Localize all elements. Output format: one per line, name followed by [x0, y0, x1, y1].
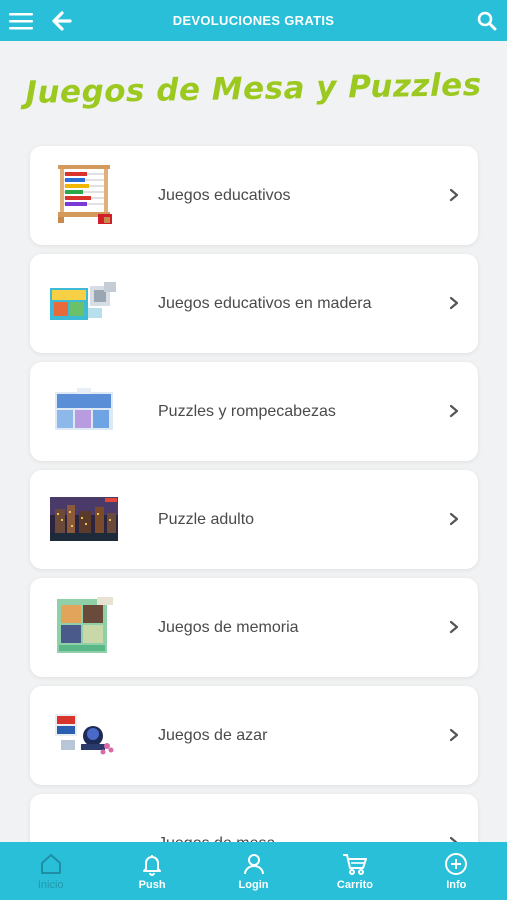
category-card[interactable]: Juegos educativos en madera — [30, 254, 478, 353]
page-title: Juegos de Mesa y Puzzles — [25, 67, 482, 111]
category-card[interactable]: Juegos de azar — [30, 686, 478, 785]
nav-item-inicio[interactable]: Inicio — [0, 842, 101, 900]
nav-label: Carrito — [336, 879, 373, 891]
category-label: Juegos de memoria — [158, 619, 299, 636]
chevron-right-icon — [449, 296, 459, 310]
category-label: Juegos de azar — [158, 727, 268, 744]
chevron-right-icon — [449, 188, 459, 202]
abacus-thumbnail — [48, 160, 120, 230]
chevron-right-icon — [449, 728, 459, 742]
nav-label: Login — [238, 879, 269, 891]
category-label: Juegos de mesa — [158, 833, 418, 842]
nav-label: Info — [446, 879, 467, 891]
category-card[interactable]: Juegos de memoria — [30, 578, 478, 677]
chevron-right-icon — [449, 512, 459, 526]
bell-icon — [143, 855, 162, 876]
category-label: Puzzle adulto — [158, 511, 255, 528]
category-label: Juegos educativos — [158, 187, 291, 204]
chevron-right-icon — [449, 620, 459, 634]
hamburger-menu-icon[interactable] — [9, 0, 33, 41]
nav-label: Inicio — [37, 879, 64, 891]
plus-circle-icon — [445, 853, 468, 875]
bottom-nav: Inicio Push Login Carrito Info — [0, 842, 507, 900]
user-icon — [243, 854, 264, 875]
header-title: DEVOLUCIONES GRATIS — [172, 13, 335, 28]
cart-icon — [342, 854, 367, 875]
nav-item-carrito[interactable]: Carrito — [304, 842, 405, 900]
board-game-thumbnail — [48, 808, 120, 842]
main-content[interactable]: Juegos de Mesa y Puzzles Juegos educativ… — [0, 41, 507, 842]
category-card[interactable]: Juegos de mesa — [30, 794, 478, 842]
category-list: Juegos educativos Juegos educativos en m… — [30, 146, 478, 842]
puzzle-box-thumbnail — [48, 376, 120, 446]
category-card[interactable]: Juegos educativos — [30, 146, 478, 245]
memory-game-thumbnail — [48, 592, 120, 662]
top-bar: DEVOLUCIONES GRATIS — [0, 0, 507, 41]
search-icon[interactable] — [477, 0, 497, 41]
nav-item-push[interactable]: Push — [101, 842, 202, 900]
category-card[interactable]: Puzzles y rompecabezas — [30, 362, 478, 461]
home-icon — [40, 854, 61, 874]
chevron-right-icon — [449, 404, 459, 418]
nav-item-info[interactable]: Info — [406, 842, 507, 900]
arrow-left-icon[interactable] — [52, 0, 72, 41]
category-label: Juegos educativos en madera — [158, 295, 372, 312]
category-label: Puzzles y rompecabezas — [158, 403, 336, 420]
wooden-game-thumbnail — [48, 268, 120, 338]
nav-item-login[interactable]: Login — [203, 842, 304, 900]
city-puzzle-thumbnail — [48, 484, 120, 554]
bingo-set-thumbnail — [48, 700, 120, 770]
category-card[interactable]: Puzzle adulto — [30, 470, 478, 569]
nav-label: Push — [138, 879, 166, 891]
